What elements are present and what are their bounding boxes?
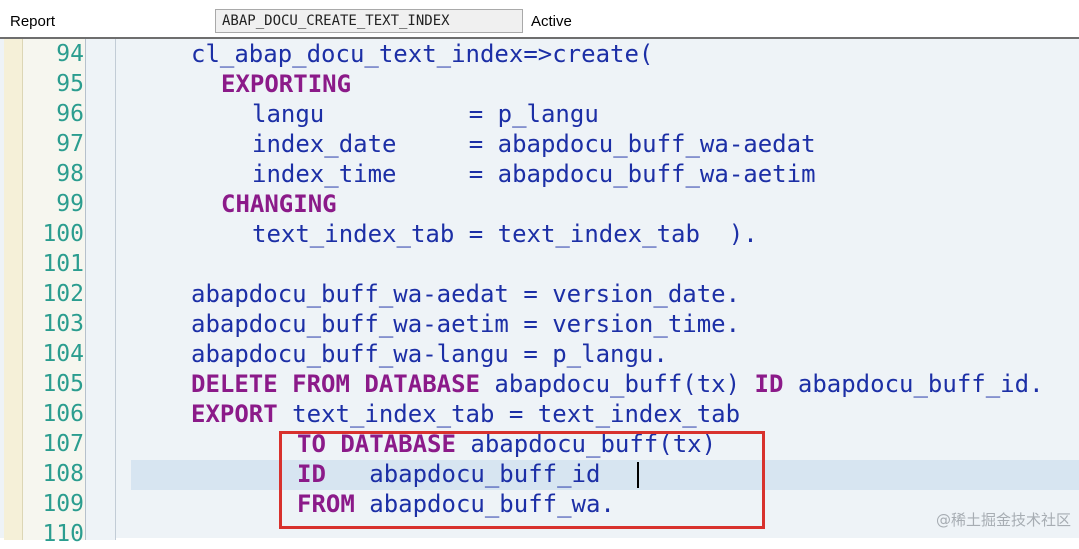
code-token: text_index_tab = text_index_tab ).: [252, 220, 758, 248]
code-line[interactable]: 98 index_time = abapdocu_buff_wa-aetim: [0, 159, 1079, 189]
line-code[interactable]: langu = p_langu: [252, 100, 599, 128]
line-number: 110: [42, 521, 84, 547]
editor-header: Report ABAP_DOCU_CREATE_TEXT_INDEX Activ…: [0, 0, 1079, 37]
line-number: 108: [42, 461, 84, 487]
line-code[interactable]: abapdocu_buff_wa-aedat = version_date.: [191, 280, 740, 308]
code-token: abapdocu_buff_id.: [783, 370, 1044, 398]
line-number: 100: [42, 221, 84, 247]
line-number: 97: [56, 131, 84, 157]
status-label: Active: [531, 13, 572, 30]
abap-keyword: ID: [754, 370, 784, 398]
code-line[interactable]: 102 abapdocu_buff_wa-aedat = version_date…: [0, 279, 1079, 309]
line-code[interactable]: cl_abap_docu_text_index=>create(: [191, 40, 653, 68]
code-token: text_index_tab = text_index_tab: [277, 400, 741, 428]
code-line[interactable]: 103 abapdocu_buff_wa-aetim = version_time…: [0, 309, 1079, 339]
line-code[interactable]: CHANGING: [221, 190, 337, 218]
line-code[interactable]: index_date = abapdocu_buff_wa-aedat: [252, 130, 816, 158]
code-line[interactable]: 97 index_date = abapdocu_buff_wa-aedat: [0, 129, 1079, 159]
code-token: abapdocu_buff_wa-aetim = version_time.: [191, 310, 741, 338]
code-token: abapdocu_buff(tx): [479, 370, 755, 398]
line-number: 101: [42, 251, 84, 277]
code-line[interactable]: 94 cl_abap_docu_text_index=>create(: [0, 39, 1079, 69]
line-code[interactable]: abapdocu_buff_wa-aetim = version_time.: [191, 310, 740, 338]
code-line[interactable]: 96 langu = p_langu: [0, 99, 1079, 129]
code-token: index_time = abapdocu_buff_wa-aetim: [252, 160, 816, 188]
line-number: 104: [42, 341, 84, 367]
line-number: 106: [42, 401, 84, 427]
line-number: 98: [56, 161, 84, 187]
line-number: 99: [56, 191, 84, 217]
line-number: 95: [56, 71, 84, 97]
code-token: index_date = abapdocu_buff_wa-aedat: [252, 130, 816, 158]
code-token: abapdocu_buff_wa-aedat = version_date.: [191, 280, 741, 308]
program-name-field[interactable]: ABAP_DOCU_CREATE_TEXT_INDEX: [215, 9, 523, 33]
object-type-label: Report: [10, 13, 56, 30]
code-line[interactable]: 105 DELETE FROM DATABASE abapdocu_buff(tx…: [0, 369, 1079, 399]
code-line[interactable]: 104 abapdocu_buff_wa-langu = p_langu.: [0, 339, 1079, 369]
code-token: langu = p_langu: [252, 100, 599, 128]
watermark: @稀土掘金技术社区: [935, 511, 1071, 529]
line-code[interactable]: abapdocu_buff_wa-langu = p_langu.: [191, 340, 668, 368]
abap-keyword: CHANGING: [221, 190, 337, 218]
code-editor[interactable]: 94 cl_abap_docu_text_index=>create( 95 EXPO…: [0, 37, 1079, 547]
code-line[interactable]: 101: [0, 249, 1079, 279]
abap-keyword: DELETE FROM DATABASE: [191, 370, 480, 398]
code-token: abapdocu_buff_wa-langu = p_langu.: [191, 340, 668, 368]
line-number: 103: [42, 311, 84, 337]
line-number: 105: [42, 371, 84, 397]
line-number: 107: [42, 431, 84, 457]
abap-keyword: EXPORT: [191, 400, 278, 428]
line-number: 109: [42, 491, 84, 517]
line-number: 96: [56, 101, 84, 127]
code-token: cl_abap_docu_text_index=>create(: [191, 40, 654, 68]
line-code[interactable]: DELETE FROM DATABASE abapdocu_buff(tx) I…: [191, 370, 1044, 398]
abap-keyword: EXPORTING: [221, 70, 352, 98]
code-line[interactable]: 95 EXPORTING: [0, 69, 1079, 99]
highlight-box: [279, 431, 765, 529]
code-line[interactable]: 106 EXPORT text_index_tab = text_index_ta…: [0, 399, 1079, 429]
code-line[interactable]: 100 text_index_tab = text_index_tab ).: [0, 219, 1079, 249]
line-number: 94: [56, 41, 84, 67]
line-code[interactable]: text_index_tab = text_index_tab ).: [252, 220, 758, 248]
line-code[interactable]: index_time = abapdocu_buff_wa-aetim: [252, 160, 816, 188]
code-line[interactable]: 99 CHANGING: [0, 189, 1079, 219]
line-code[interactable]: EXPORT text_index_tab = text_index_tab: [191, 400, 740, 428]
line-number: 102: [42, 281, 84, 307]
line-code[interactable]: EXPORTING: [221, 70, 351, 98]
